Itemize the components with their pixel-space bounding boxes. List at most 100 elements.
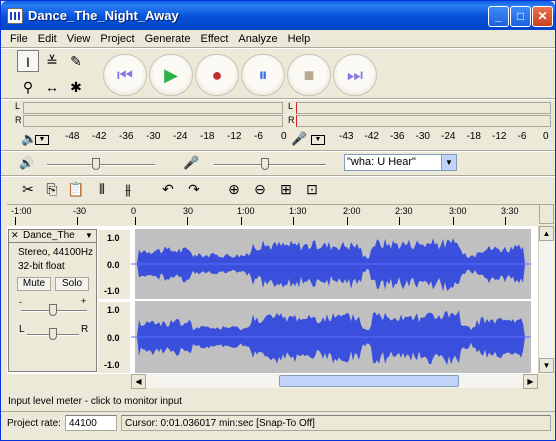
trim-icon[interactable]: ⫴ — [91, 178, 113, 200]
ruler-label: -1:00 — [11, 206, 32, 216]
ruler-tick — [293, 217, 294, 225]
close-button[interactable]: ✕ — [532, 6, 553, 27]
microphone-icon[interactable]: 🎤 — [291, 131, 307, 147]
vertical-scrollbar[interactable]: ▲ ▼ — [538, 226, 554, 374]
scale-label: 1.0 — [107, 233, 120, 243]
ruler-label: 1:30 — [289, 206, 307, 216]
input-source-select[interactable]: "wha: U Hear" ▼ — [344, 154, 457, 171]
menu-view[interactable]: View — [62, 33, 96, 45]
audacity-app-icon[interactable] — [7, 8, 23, 24]
track-menu-icon[interactable]: ▼ — [85, 231, 93, 240]
scroll-right-icon[interactable]: ▶ — [523, 374, 538, 389]
skip-start-icon: ⏮ — [116, 65, 134, 85]
scale-label: -1.0 — [104, 360, 120, 370]
fit-selection-icon[interactable]: ⊞ — [275, 178, 297, 200]
chevron-down-icon[interactable]: ▼ — [441, 155, 456, 170]
record-meter-left-label: L — [288, 101, 294, 111]
track-name[interactable]: Dance_The — [23, 230, 75, 241]
record-meter-left[interactable] — [296, 102, 551, 114]
input-volume-icon: 🎤 — [183, 155, 200, 170]
stop-button[interactable]: ■ — [287, 54, 331, 96]
timeshift-tool-icon[interactable]: ↔ — [41, 76, 63, 98]
ruler-tick — [187, 217, 188, 225]
envelope-tool-icon[interactable]: ≚ — [41, 50, 63, 72]
paste-icon[interactable]: 📋 — [65, 178, 87, 200]
menu-help[interactable]: Help — [283, 33, 316, 45]
zoom-out-icon[interactable]: ⊖ — [249, 178, 271, 200]
scroll-down-icon[interactable]: ▼ — [539, 358, 554, 373]
selection-tool-icon[interactable]: I — [17, 50, 39, 72]
zoom-tool-icon[interactable]: ⚲ — [17, 76, 39, 98]
multi-tool-icon[interactable]: ✱ — [65, 76, 87, 98]
ruler-tick — [399, 217, 400, 225]
output-volume-slider[interactable] — [92, 158, 100, 170]
scroll-left-icon[interactable]: ◀ — [131, 374, 146, 389]
menu-project[interactable]: Project — [95, 33, 139, 45]
divider — [1, 175, 555, 177]
play-button[interactable]: ▶ — [149, 54, 193, 96]
zoom-in-icon[interactable]: ⊕ — [223, 178, 245, 200]
draw-tool-icon[interactable]: ✎ — [65, 50, 87, 72]
minimize-button[interactable]: _ — [488, 6, 509, 27]
menu-edit[interactable]: Edit — [33, 33, 62, 45]
meter-scale-label: -24 — [441, 131, 456, 142]
ruler-label: 2:30 — [395, 206, 413, 216]
play-icon: ▶ — [164, 65, 178, 85]
window-title: Dance_The_Night_Away — [28, 8, 179, 23]
record-icon: ● — [211, 65, 223, 85]
meter-scale-label: -18 — [466, 131, 481, 142]
redo-icon[interactable]: ↷ — [183, 178, 205, 200]
ruler-tick — [135, 217, 136, 225]
scrollbar-thumb[interactable] — [279, 375, 459, 387]
pause-button[interactable]: ⏸ — [241, 54, 285, 96]
silence-icon[interactable]: ⫵ — [117, 178, 139, 200]
maximize-button[interactable]: □ — [510, 6, 531, 27]
skip-to-start-button[interactable]: ⏮ — [103, 54, 147, 96]
solo-button[interactable]: Solo — [55, 277, 89, 291]
record-meter-right[interactable] — [296, 115, 551, 127]
undo-icon[interactable]: ↶ — [157, 178, 179, 200]
meter-scale-label: -48 — [65, 131, 80, 142]
scroll-up-icon[interactable]: ▲ — [539, 226, 554, 241]
meter-scale-label: -43 — [339, 131, 354, 142]
horizontal-scrollbar[interactable]: ◀ ▶ — [131, 374, 538, 389]
waveform-left-channel[interactable] — [131, 229, 531, 299]
project-rate-field[interactable]: 44100 — [65, 415, 117, 431]
record-button[interactable]: ● — [195, 54, 239, 96]
input-volume-slider[interactable] — [260, 158, 269, 170]
title-bar[interactable]: Dance_The_Night_Away _ □ ✕ — [1, 1, 555, 30]
meter-scale-label: -42 — [364, 131, 379, 142]
menu-file[interactable]: File — [5, 33, 33, 45]
timeline-ruler[interactable]: -1:00 -30 0 30 1:00 1:30 2:00 2:30 3:00 3:30 — [7, 204, 539, 225]
output-volume-track — [47, 164, 155, 166]
mute-button[interactable]: Mute — [17, 277, 51, 291]
meter-scale-label: -18 — [200, 131, 215, 142]
gain-minus-label: - — [19, 297, 22, 307]
ruler-label: 3:00 — [449, 206, 467, 216]
fit-project-icon[interactable]: ⊡ — [301, 178, 323, 200]
input-volume-track — [214, 164, 326, 166]
track-close-button[interactable]: ✕ — [11, 230, 19, 241]
menu-generate[interactable]: Generate — [140, 33, 196, 45]
channel-scale-left: 1.0 0.0 -1.0 — [98, 229, 130, 299]
copy-icon[interactable]: ⎘ — [41, 178, 63, 200]
scale-label: 1.0 — [107, 305, 120, 315]
ruler-tick — [347, 217, 348, 225]
record-meter-menu-icon[interactable]: ▼ — [311, 135, 325, 145]
playback-meter-left[interactable] — [23, 102, 283, 114]
meter-scale-label: -30 — [146, 131, 161, 142]
meter-scale-label: -12 — [227, 131, 242, 142]
playback-meter-menu-icon[interactable]: ▼ — [35, 135, 49, 145]
meter-scale-label: -12 — [492, 131, 507, 142]
meter-scale-label: -24 — [173, 131, 188, 142]
pan-slider[interactable] — [49, 328, 57, 340]
cut-icon[interactable]: ✂ — [17, 178, 39, 200]
skip-to-end-button[interactable]: ⏭ — [333, 54, 377, 96]
playback-meter-right[interactable] — [23, 115, 283, 127]
cursor-status: Cursor: 0:01.036017 min:sec [Snap-To Off… — [121, 415, 551, 431]
menu-effect[interactable]: Effect — [195, 33, 233, 45]
ruler-tick — [505, 217, 506, 225]
menu-analyze[interactable]: Analyze — [233, 33, 282, 45]
gain-slider[interactable] — [49, 304, 57, 316]
waveform-right-channel[interactable] — [131, 301, 531, 373]
